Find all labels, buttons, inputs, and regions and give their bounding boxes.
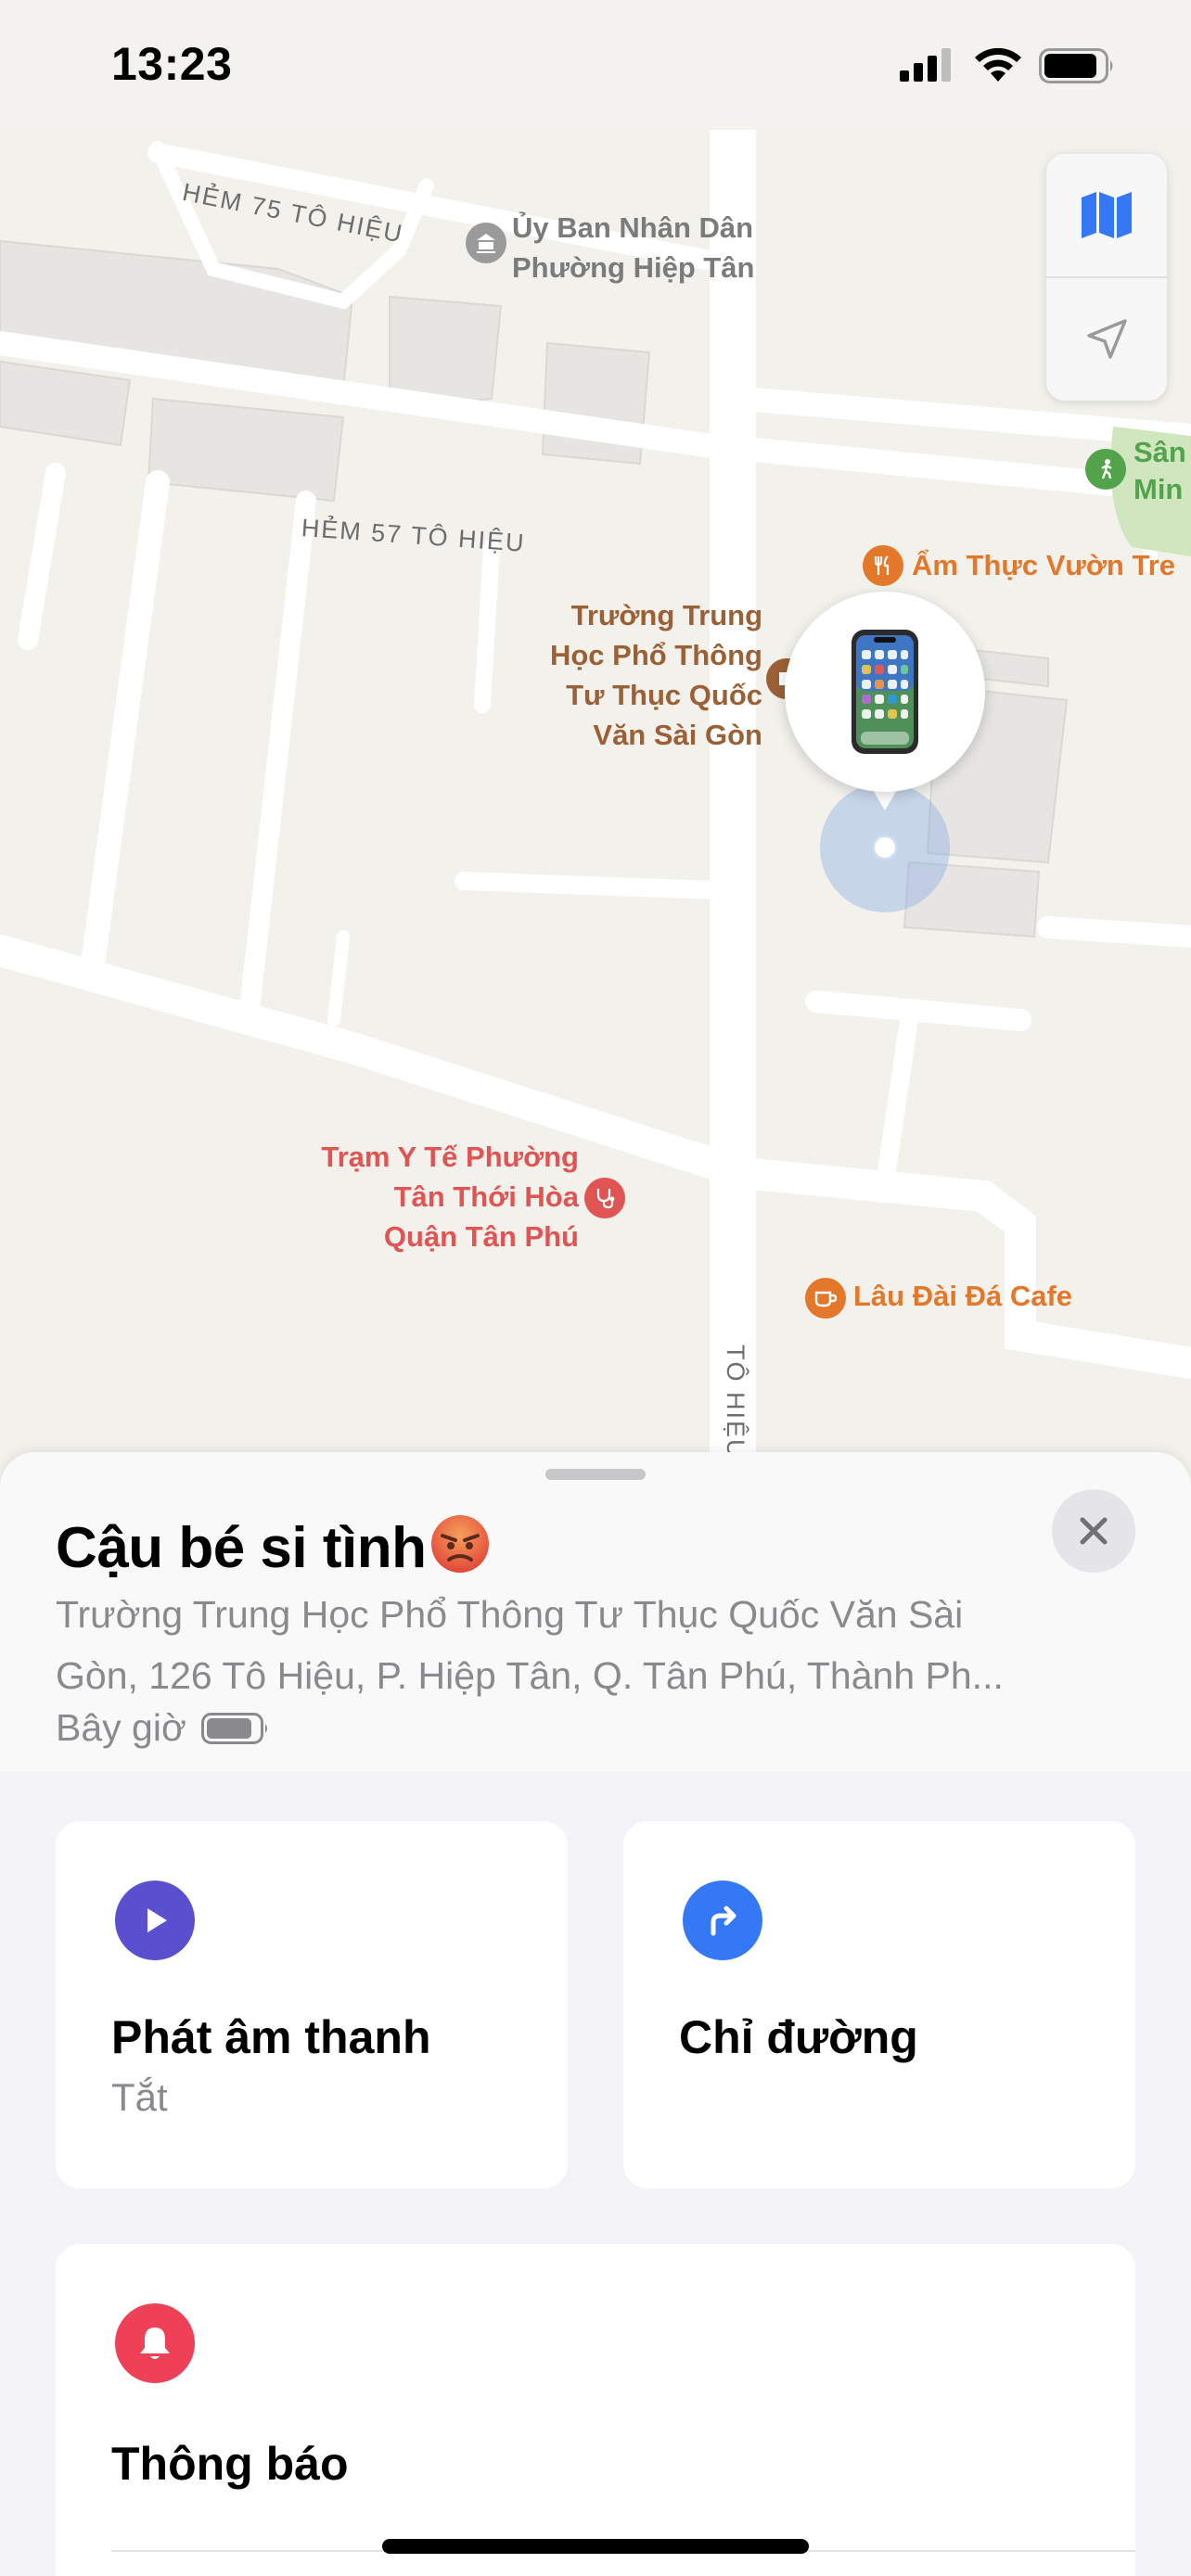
- angry-face-icon: [431, 1515, 490, 1573]
- poi-school[interactable]: Trường Trung Học Phổ Thông Tư Thục Quốc …: [519, 595, 762, 755]
- poi-clinic[interactable]: Trạm Y Tế Phường Tân Thới Hòa Quận Tân P…: [278, 1137, 579, 1256]
- status-time: 13:23: [111, 38, 233, 90]
- device-location-dot: [872, 835, 898, 861]
- poi-clinic-line-1: Trạm Y Tế Phường: [321, 1141, 579, 1173]
- street-label-to-hieu: TÔ HIỆU: [722, 1345, 749, 1456]
- battery-icon: [1039, 48, 1113, 83]
- poi-park-line-1: Sân: [1133, 436, 1186, 468]
- restaurant-icon[interactable]: [863, 545, 903, 586]
- iphone-icon: [852, 630, 918, 754]
- poi-clinic-line-2: Tân Thới Hòa: [393, 1180, 579, 1213]
- last-updated-text: Bây giờ: [56, 1706, 186, 1749]
- locate-button[interactable]: [1046, 278, 1167, 401]
- play-sound-status: Tắt: [111, 2075, 168, 2119]
- government-building-icon[interactable]: [466, 223, 506, 263]
- poi-ubnd[interactable]: Ủy Ban Nhân Dân Phường Hiệp Tân: [512, 208, 755, 287]
- cellular-signal-icon: [900, 48, 951, 82]
- last-updated-row: Bây giờ: [56, 1706, 270, 1750]
- map-mode-button[interactable]: [1046, 154, 1167, 276]
- poi-park[interactable]: Sân Min: [1133, 434, 1186, 508]
- directions-title: Chỉ đường: [679, 2011, 918, 2063]
- sheet-header: Cậu bé si tình Trường Trung Học Phổ Thôn…: [0, 1452, 1191, 1772]
- notifications-card[interactable]: Thông báo: [56, 2244, 1135, 2576]
- park-icon[interactable]: [1085, 449, 1126, 490]
- poi-cafe[interactable]: Lâu Đài Đá Cafe: [853, 1280, 1072, 1313]
- map-icon: [1082, 192, 1132, 238]
- poi-school-line-1: Trường Trung: [570, 599, 762, 631]
- play-icon: [115, 1881, 195, 1960]
- device-name: Cậu bé si tình: [56, 1516, 427, 1580]
- bell-icon: [115, 2303, 195, 2383]
- directions-card[interactable]: Chỉ đường: [623, 1821, 1135, 2188]
- cafe-icon[interactable]: [805, 1278, 846, 1319]
- poi-ubnd-line-1: Ủy Ban Nhân Dân: [512, 211, 754, 244]
- poi-park-line-2: Min: [1133, 473, 1184, 505]
- poi-ubnd-line-2: Phường Hiệp Tân: [512, 251, 755, 284]
- address-line-2: Gòn, 126 Tô Hiệu, P. Hiệp Tân, Q. Tân Ph…: [56, 1654, 1004, 1697]
- wifi-icon: [975, 47, 1021, 82]
- sheet-grabber[interactable]: [545, 1469, 646, 1480]
- play-sound-title: Phát âm thanh: [111, 2011, 431, 2063]
- poi-school-line-3: Tư Thục Quốc: [566, 679, 762, 711]
- device-address: Trường Trung Học Phổ Thông Tư Thục Quốc …: [56, 1584, 1095, 1706]
- home-indicator[interactable]: [382, 2539, 809, 2554]
- close-icon: [1080, 1517, 1108, 1545]
- medical-icon: [584, 1178, 625, 1218]
- device-battery-icon: [200, 1712, 267, 1744]
- poi-restaurant[interactable]: Ẩm Thực Vườn Tre: [912, 549, 1175, 582]
- device-pin[interactable]: [785, 592, 985, 792]
- turn-right-arrow-icon: [683, 1881, 762, 1960]
- device-title: Cậu bé si tình: [56, 1513, 491, 1581]
- device-detail-sheet: Cậu bé si tình Trường Trung Học Phổ Thôn…: [0, 1452, 1191, 2576]
- map-view[interactable]: HẺM 75 TÔ HIỆU HẺM 57 TÔ HIỆU TÔ HIỆU Ủy…: [0, 130, 1191, 1456]
- address-line-1: Trường Trung Học Phổ Thông Tư Thục Quốc …: [56, 1593, 964, 1636]
- play-sound-card[interactable]: Phát âm thanh Tắt: [56, 1821, 568, 2188]
- poi-clinic-line-3: Quận Tân Phú: [383, 1220, 579, 1253]
- location-arrow-icon: [1087, 319, 1127, 359]
- poi-school-line-4: Văn Sài Gòn: [593, 719, 762, 751]
- close-button[interactable]: [1052, 1489, 1135, 1573]
- notifications-title: Thông báo: [111, 2438, 349, 2490]
- map-roads: [0, 130, 1191, 1456]
- status-bar: 13:23: [0, 0, 1191, 130]
- poi-school-line-2: Học Phổ Thông: [549, 639, 762, 671]
- map-controls: [1046, 154, 1167, 401]
